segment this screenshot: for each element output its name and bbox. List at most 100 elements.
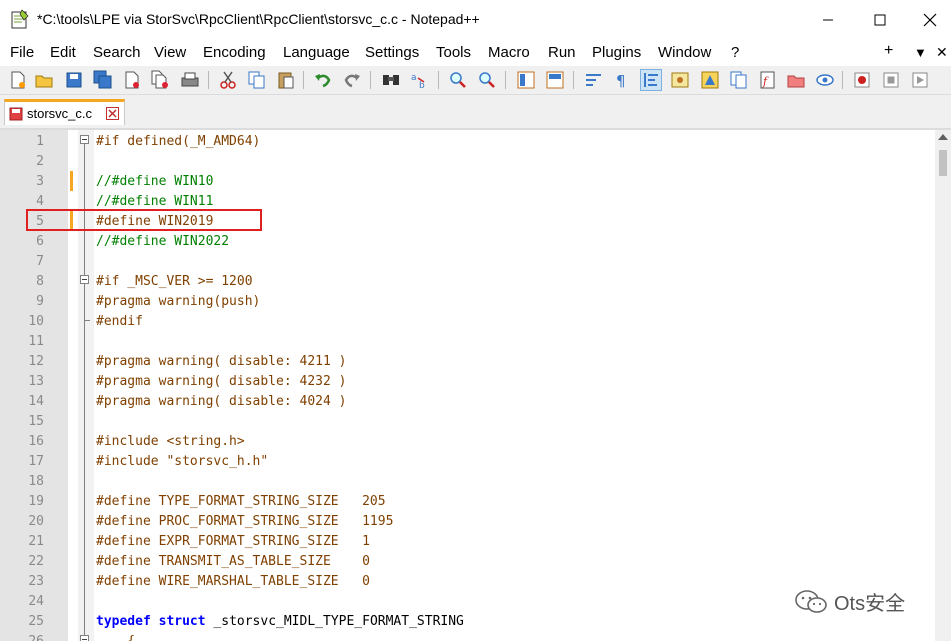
menu-encoding[interactable]: Encoding: [203, 44, 266, 61]
menu-help[interactable]: ?: [731, 44, 739, 61]
menu-search[interactable]: Search: [93, 44, 141, 61]
scroll-up-arrow-icon[interactable]: [938, 134, 948, 140]
code-line[interactable]: 21 #define EXPR_FORMAT_STRING_SIZE 1: [0, 531, 935, 551]
paste-icon[interactable]: [276, 70, 296, 90]
close-doc-button[interactable]: ✕: [936, 44, 948, 61]
line-text: typedef struct _storsvc_MIDL_TYPE_FORMAT…: [96, 614, 464, 629]
save-all-icon[interactable]: [93, 70, 113, 90]
tab-bar: storsvc_c.c: [0, 95, 951, 128]
code-line[interactable]: 20 #define PROC_FORMAT_STRING_SIZE 1195: [0, 511, 935, 531]
menu-file[interactable]: File: [10, 44, 34, 61]
macro-play-icon[interactable]: [910, 70, 930, 90]
code-line[interactable]: 19 #define TYPE_FORMAT_STRING_SIZE 205: [0, 491, 935, 511]
doc-list-icon[interactable]: [729, 70, 749, 90]
open-file-icon[interactable]: [34, 70, 54, 90]
code-line[interactable]: 12 #pragma warning( disable: 4211 ): [0, 351, 935, 371]
code-line[interactable]: 3 //#define WIN10: [0, 171, 935, 191]
tab-close-icon[interactable]: [106, 107, 119, 120]
folder-workspace-icon[interactable]: [786, 70, 806, 90]
copy-icon[interactable]: [247, 70, 267, 90]
word-wrap-icon[interactable]: [584, 70, 604, 90]
replace-icon[interactable]: ab: [410, 70, 430, 90]
macro-stop-icon[interactable]: [881, 70, 901, 90]
close-file-icon[interactable]: [122, 70, 142, 90]
cut-icon[interactable]: [218, 70, 238, 90]
tab-list-button[interactable]: ▼: [914, 45, 927, 60]
code-line[interactable]: 22 #define TRANSMIT_AS_TABLE_SIZE 0: [0, 551, 935, 571]
scroll-thumb[interactable]: [939, 150, 947, 176]
code-line[interactable]: 2: [0, 151, 935, 171]
line-text: #if defined(_M_AMD64): [96, 134, 261, 149]
function-list-icon[interactable]: f: [758, 70, 778, 90]
code-line[interactable]: 17 #include "storsvc_h.h": [0, 451, 935, 471]
menu-macro[interactable]: Macro: [488, 44, 530, 61]
code-line[interactable]: 16 #include <string.h>: [0, 431, 935, 451]
new-tab-button[interactable]: +: [884, 42, 893, 60]
code-line[interactable]: 10 #endif: [0, 311, 935, 331]
code-line[interactable]: 11: [0, 331, 935, 351]
fold-toggle[interactable]: [80, 135, 89, 144]
vertical-scrollbar[interactable]: [935, 130, 951, 641]
code-line[interactable]: 15: [0, 411, 935, 431]
code-line[interactable]: 9 #pragma warning(push): [0, 291, 935, 311]
close-button[interactable]: [910, 5, 950, 35]
redo-icon[interactable]: [342, 70, 362, 90]
line-number: 1: [36, 134, 44, 149]
macro-record-icon[interactable]: [852, 70, 872, 90]
menu-language[interactable]: Language: [283, 44, 350, 61]
watermark-text: Ots安全: [834, 593, 906, 615]
code-editor[interactable]: 1 #if defined(_M_AMD64) 2 3//#define WIN10 4…: [0, 130, 951, 641]
code-line[interactable]: 8 #if _MSC_VER >= 1200: [0, 271, 935, 291]
indent-guide-icon[interactable]: [640, 69, 662, 91]
code-line[interactable]: 4 //#define WIN11: [0, 191, 935, 211]
sync-vertical-icon[interactable]: [516, 70, 536, 90]
code-line[interactable]: 1 #if defined(_M_AMD64): [0, 131, 935, 151]
line-text: #endif: [96, 314, 143, 329]
code-line[interactable]: 6 //#define WIN2022: [0, 231, 935, 251]
code-line[interactable]: 14 #pragma warning( disable: 4024 ): [0, 391, 935, 411]
toolbar-separator: [438, 71, 439, 89]
zoom-in-icon[interactable]: [448, 70, 468, 90]
doc-map-icon[interactable]: [700, 70, 720, 90]
svg-text:¶: ¶: [616, 72, 626, 90]
toolbar-separator: [208, 71, 209, 89]
maximize-button[interactable]: [860, 5, 900, 35]
undo-icon[interactable]: [313, 70, 333, 90]
monitoring-icon[interactable]: [815, 70, 835, 90]
line-text: #define EXPR_FORMAT_STRING_SIZE 1: [96, 534, 370, 549]
define-language-icon[interactable]: [670, 70, 690, 90]
menu-run[interactable]: Run: [548, 44, 576, 61]
line-number: 16: [28, 434, 44, 449]
show-all-chars-icon[interactable]: ¶: [612, 70, 632, 90]
sync-horizontal-icon[interactable]: [545, 70, 565, 90]
line-text: #pragma warning(push): [96, 294, 261, 309]
line-number: 13: [28, 374, 44, 389]
menu-tools[interactable]: Tools: [436, 44, 471, 61]
zoom-out-icon[interactable]: [477, 70, 497, 90]
toolbar-separator: [303, 71, 304, 89]
svg-text:a: a: [411, 73, 417, 83]
print-icon[interactable]: [180, 70, 200, 90]
menu-plugins[interactable]: Plugins: [592, 44, 641, 61]
new-file-icon[interactable]: [8, 70, 28, 90]
line-text: {: [96, 634, 135, 641]
menu-settings[interactable]: Settings: [365, 44, 419, 61]
code-line[interactable]: 26 {: [0, 631, 935, 641]
code-line[interactable]: 7: [0, 251, 935, 271]
code-line[interactable]: 13 #pragma warning( disable: 4232 ): [0, 371, 935, 391]
file-tab[interactable]: storsvc_c.c: [4, 99, 125, 125]
toolbar-separator: [505, 71, 506, 89]
menu-window[interactable]: Window: [658, 44, 711, 61]
save-icon[interactable]: [64, 70, 84, 90]
menu-view[interactable]: View: [154, 44, 186, 61]
find-icon[interactable]: [381, 70, 401, 90]
close-all-icon[interactable]: [150, 70, 170, 90]
code-line[interactable]: 18: [0, 471, 935, 491]
minimize-icon: [823, 19, 833, 21]
line-text: #pragma warning( disable: 4232 ): [96, 374, 347, 389]
menu-edit[interactable]: Edit: [50, 44, 76, 61]
fold-toggle[interactable]: [80, 275, 89, 284]
minimize-button[interactable]: [808, 5, 848, 35]
fold-toggle[interactable]: [80, 635, 89, 641]
toolbar-separator: [573, 71, 574, 89]
